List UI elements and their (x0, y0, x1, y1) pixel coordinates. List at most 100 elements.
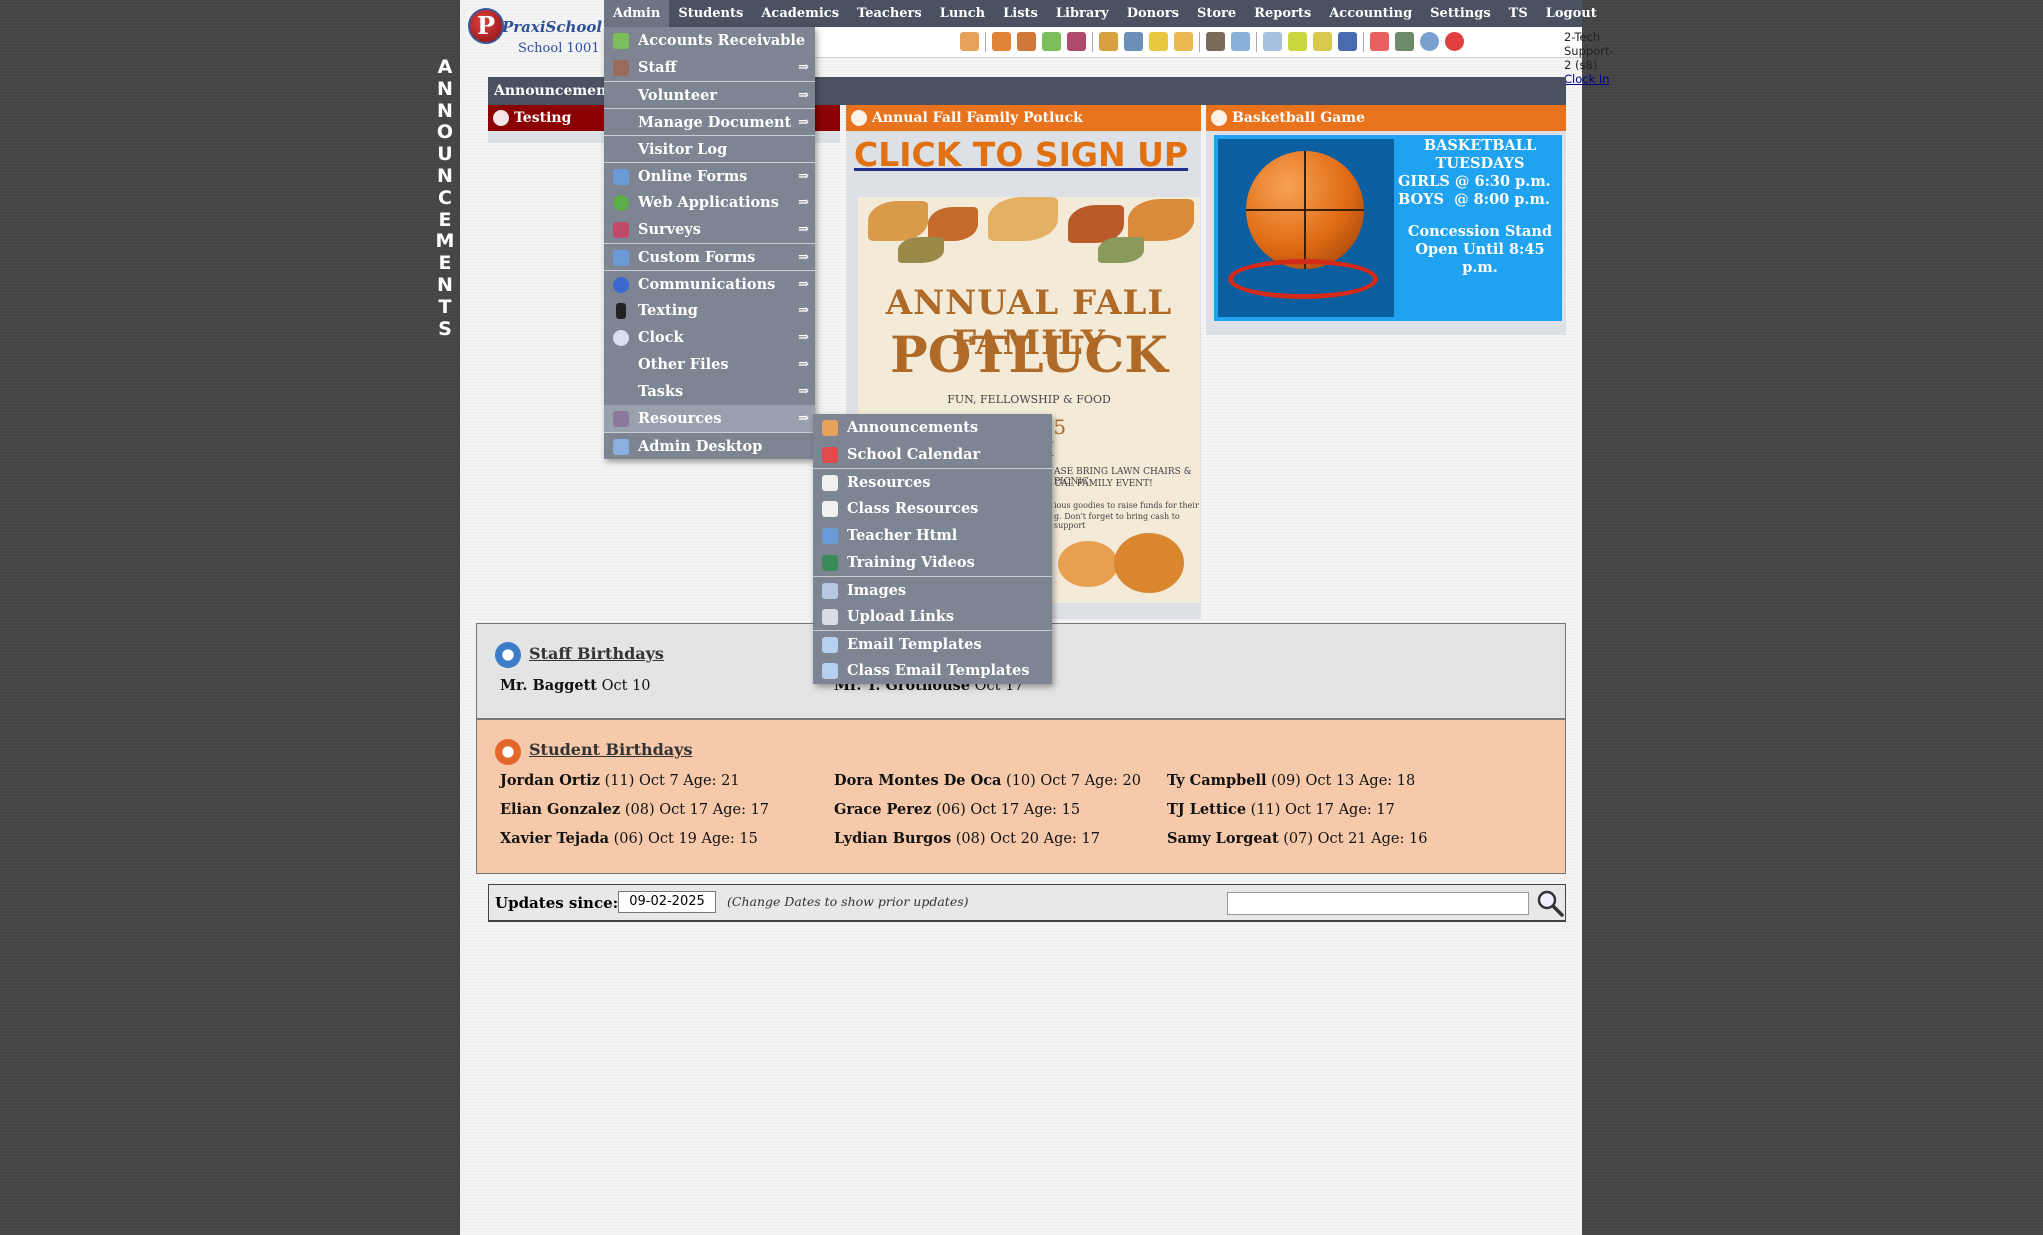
nav-lunch[interactable]: Lunch (931, 0, 994, 27)
search-input[interactable] (1227, 892, 1529, 915)
side-letter: O (436, 121, 454, 144)
submenu-email-templates[interactable]: Email Templates (813, 630, 1052, 657)
updates-date-input[interactable]: 09-02-2025 (618, 891, 716, 913)
student-birthday-entry: Elian Gonzalez (08) Oct 17 Age: 17 (500, 801, 769, 818)
menu-staff[interactable]: Staff ⇒ (604, 54, 815, 81)
menu-manage-document[interactable]: Manage Document ⇒ (604, 108, 815, 135)
submenu-school-calendar[interactable]: School Calendar (813, 441, 1052, 468)
submenu-training-videos[interactable]: Training Videos (813, 549, 1052, 576)
cake-icon (495, 642, 521, 668)
nav-lists[interactable]: Lists (994, 0, 1047, 27)
book-icon[interactable] (1124, 32, 1143, 51)
user-icon[interactable] (1206, 32, 1225, 51)
student-birthday-entry: TJ Lettice (11) Oct 17 Age: 17 (1167, 801, 1395, 818)
menu-surveys[interactable]: Surveys ⇒ (604, 216, 815, 243)
card-potluck-header[interactable]: Annual Fall Family Potluck (846, 105, 1201, 131)
birthday-info: (08) Oct 17 Age: 17 (620, 802, 770, 818)
power-icon[interactable] (1445, 32, 1464, 51)
pencil-icon[interactable] (1149, 32, 1168, 51)
bb-line: Open Until 8:45 p.m. (1415, 241, 1545, 276)
student-name: Samy Lorgeat (1167, 830, 1279, 847)
menu-label: Announcements (847, 419, 979, 436)
clock-in-link[interactable]: Clock In (1564, 72, 1614, 86)
nav-academics[interactable]: Academics (752, 0, 848, 27)
submenu-images[interactable]: Images (813, 576, 1052, 603)
nav-donors[interactable]: Donors (1118, 0, 1188, 27)
card-basketball-body: BASKETBALL TUESDAYS GIRLS @ 6:30 p.m. BO… (1206, 131, 1566, 335)
praxischool-logo[interactable]: P PraxiSchool School 1001 (464, 4, 602, 58)
students-icon[interactable] (1017, 32, 1036, 51)
submenu-arrow-icon: ⇒ (798, 357, 809, 372)
menu-web-applications[interactable]: Web Applications ⇒ (604, 189, 815, 216)
table-icon[interactable] (1263, 32, 1282, 51)
menu-online-forms[interactable]: Online Forms ⇒ (604, 162, 815, 189)
register-icon[interactable] (1313, 32, 1332, 51)
nav-logout[interactable]: Logout (1537, 0, 1606, 27)
basketball-photo (1218, 139, 1394, 317)
submenu-resources[interactable]: Resources (813, 468, 1052, 495)
menu-admin-desktop[interactable]: Admin Desktop (604, 432, 815, 459)
menu-clock[interactable]: Clock ⇒ (604, 324, 815, 351)
submenu-upload-links[interactable]: Upload Links (813, 603, 1052, 630)
link-icon (822, 609, 838, 625)
staff-icon (613, 60, 629, 76)
submenu-announcements[interactable]: Announcements (813, 414, 1052, 441)
menu-label: Email Templates (847, 636, 982, 653)
submenu-teacher-html[interactable]: Teacher Html (813, 522, 1052, 549)
clock-icon[interactable] (1231, 32, 1250, 51)
menu-tasks[interactable]: Tasks ⇒ (604, 378, 815, 405)
nav-store[interactable]: Store (1188, 0, 1245, 27)
nav-reports[interactable]: Reports (1245, 0, 1320, 27)
logo-p-icon: P (468, 8, 504, 44)
student-birthday-entry: Ty Campbell (09) Oct 13 Age: 18 (1167, 772, 1415, 789)
menu-other-files[interactable]: Other Files ⇒ (604, 351, 815, 378)
birthday-info: (06) Oct 19 Age: 15 (609, 831, 758, 847)
help-icon[interactable] (1420, 32, 1439, 51)
clock-icon (613, 330, 629, 346)
menu-communications[interactable]: Communications ⇒ (604, 270, 815, 297)
phone-icon (616, 303, 626, 319)
sign-up-link[interactable]: CLICK TO SIGN UP (854, 135, 1188, 174)
nav-students[interactable]: Students (669, 0, 752, 27)
card-title: Testing (514, 110, 572, 126)
submenu-class-resources[interactable]: Class Resources (813, 495, 1052, 522)
nav-admin[interactable]: Admin (604, 0, 670, 27)
menu-custom-forms[interactable]: Custom Forms ⇒ (604, 243, 815, 270)
nav-teachers[interactable]: Teachers (848, 0, 931, 27)
menu-label: Class Resources (847, 500, 979, 517)
menu-label: Upload Links (847, 608, 955, 625)
pdf-icon (822, 475, 838, 491)
grades-icon[interactable] (1042, 32, 1061, 51)
card-basketball-header[interactable]: Basketball Game (1206, 105, 1566, 131)
envelope-icon[interactable] (1174, 32, 1193, 51)
staff-birthday-entry: Mr. Baggett Oct 10 (500, 677, 651, 694)
menu-texting[interactable]: Texting ⇒ (604, 297, 815, 324)
money-icon[interactable] (1395, 32, 1414, 51)
bb-line: BASKETBALL (1423, 137, 1537, 154)
ap-icon[interactable] (1338, 32, 1357, 51)
menu-volunteer[interactable]: Volunteer ⇒ (604, 81, 815, 108)
pdf-icon[interactable] (1370, 32, 1389, 51)
nav-ts[interactable]: TS (1500, 0, 1537, 27)
teacher-icon[interactable] (992, 32, 1011, 51)
side-letter: N (437, 273, 453, 296)
lunch-icon[interactable] (1099, 32, 1118, 51)
family-icon[interactable] (1067, 32, 1086, 51)
nav-settings[interactable]: Settings (1421, 0, 1499, 27)
staff-birthdays-title[interactable]: Staff Birthdays (529, 644, 664, 663)
megaphone-icon[interactable] (960, 32, 979, 51)
search-icon[interactable] (1536, 889, 1564, 917)
menu-label: Teacher Html (847, 527, 958, 544)
menu-accounts-receivable[interactable]: Accounts Receivable (604, 27, 815, 54)
menu-resources[interactable]: Resources ⇒ (604, 405, 815, 432)
announcements-side-label: A N N O U N C E M E N T S (434, 56, 456, 340)
nav-library[interactable]: Library (1047, 0, 1118, 27)
cash-icon[interactable] (1288, 32, 1307, 51)
side-letter: N (437, 77, 453, 100)
submenu-class-email-templates[interactable]: Class Email Templates (813, 657, 1052, 684)
student-birthdays-title[interactable]: Student Birthdays (529, 740, 692, 759)
menu-visitor-log[interactable]: Visitor Log (604, 135, 815, 162)
nav-accounting[interactable]: Accounting (1320, 0, 1421, 27)
card-title: Basketball Game (1232, 110, 1365, 126)
menu-label: Manage Document (638, 114, 792, 131)
